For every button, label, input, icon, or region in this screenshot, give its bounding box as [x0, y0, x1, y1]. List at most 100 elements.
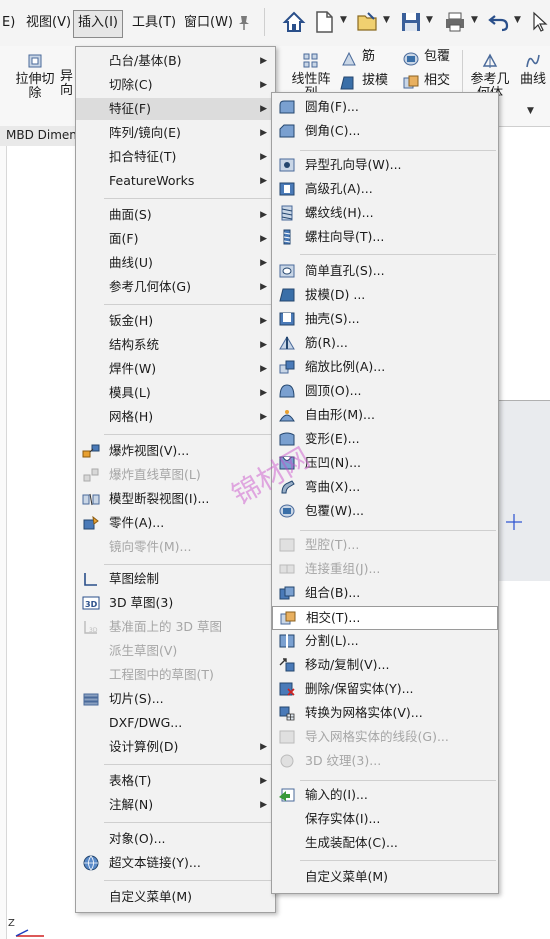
chevron-down-icon[interactable]: ▼: [340, 15, 347, 25]
menu-item-create-assembly[interactable]: 生成装配体(C)...: [272, 832, 498, 854]
tab-mbd-dimension[interactable]: MBD Dimens: [6, 128, 83, 142]
undo-icon[interactable]: [487, 10, 511, 34]
menu-item-combine[interactable]: 组合(B)...: [272, 582, 498, 604]
menu-item-mirror-part[interactable]: 镜向零件(M)...: [76, 536, 275, 558]
menu-item-deform[interactable]: 变形(E)...: [272, 428, 498, 450]
chamfer-icon: [279, 124, 295, 138]
menu-item-fastening-feature[interactable]: 扣合特征(T) ▶: [76, 146, 275, 168]
home-icon[interactable]: [282, 10, 306, 34]
menu-item-customize-menu[interactable]: 自定义菜单(M): [76, 886, 275, 908]
menu-item-convert-to-mesh[interactable]: 转换为网格实体(V)...: [272, 702, 498, 724]
menu-edit-partial[interactable]: E): [0, 10, 19, 36]
menu-item-stud-wizard[interactable]: 螺柱向导(T)...: [272, 226, 498, 248]
menu-item-dome[interactable]: 圆顶(O)...: [272, 380, 498, 402]
menu-item-face[interactable]: 面(F) ▶: [76, 228, 275, 250]
menu-item-freeform[interactable]: 自由形(M)...: [272, 404, 498, 426]
menu-item-draft[interactable]: 拔模(D) ...: [272, 284, 498, 306]
save-icon[interactable]: [399, 10, 423, 34]
hole-wizard-button[interactable]: 异 向: [60, 70, 76, 98]
menu-item-move-copy[interactable]: 移动/复制(V)...: [272, 654, 498, 676]
explode-line-sketch-icon: [83, 468, 99, 482]
menu-item-thread[interactable]: 螺纹线(H)...: [272, 202, 498, 224]
advanced-hole-icon: [279, 182, 295, 196]
menu-item-annotations[interactable]: 注解(N) ▶: [76, 794, 275, 816]
menu-item-wrap[interactable]: 包覆(W)...: [272, 500, 498, 522]
wrap-button[interactable]: 包覆: [424, 48, 450, 66]
menu-item-reference-geometry[interactable]: 参考几何体(G) ▶: [76, 276, 275, 298]
open-folder-icon[interactable]: [356, 10, 380, 34]
model-body[interactable]: [496, 400, 550, 581]
menu-item-scale[interactable]: 缩放比例(A)...: [272, 356, 498, 378]
menu-item-intersect[interactable]: 相交(T)...: [272, 606, 498, 630]
print-icon[interactable]: [443, 10, 467, 34]
chevron-right-icon: ▶: [260, 128, 267, 138]
menu-item-tables[interactable]: 表格(T) ▶: [76, 770, 275, 792]
chevron-right-icon: ▶: [260, 210, 267, 220]
menu-item-curve[interactable]: 曲线(U) ▶: [76, 252, 275, 274]
menu-insert[interactable]: 插入(I): [73, 10, 123, 38]
chevron-right-icon: ▶: [260, 364, 267, 374]
menu-item-save-bodies[interactable]: 保存实体(I)...: [272, 808, 498, 830]
menu-item-shell[interactable]: 抽壳(S)...: [272, 308, 498, 330]
menu-item-boss-base[interactable]: 凸台/基体(B) ▶: [76, 50, 275, 72]
menu-tools[interactable]: 工具(T): [128, 10, 180, 36]
menu-item-delete-keep-body[interactable]: 删除/保留实体(Y)...: [272, 678, 498, 700]
features-submenu: 圆角(F)... 倒角(C)... 异型孔向导(W)... 高级孔(A)... …: [271, 92, 499, 894]
menu-item-chamfer[interactable]: 倒角(C)...: [272, 120, 498, 142]
menu-item-join[interactable]: 连接重组(J)...: [272, 558, 498, 580]
draft-button[interactable]: 拔模: [362, 72, 388, 90]
chevron-down-icon[interactable]: ▼: [471, 15, 478, 25]
menu-item-3d-texture[interactable]: 3D 纹理(3)...: [272, 750, 498, 772]
menu-item-mesh[interactable]: 网格(H) ▶: [76, 406, 275, 428]
menu-item-exploded-view[interactable]: 爆炸视图(V)...: [76, 440, 275, 462]
menu-item-features[interactable]: 特征(F) ▶: [76, 98, 275, 120]
chevron-down-icon[interactable]: ▼: [527, 106, 534, 116]
intersect-button[interactable]: 相交: [424, 72, 450, 90]
menu-item-surface[interactable]: 曲面(S) ▶: [76, 204, 275, 226]
menu-item-fillet[interactable]: 圆角(F)...: [272, 96, 498, 118]
menu-item-simple-hole[interactable]: 简单直孔(S)...: [272, 260, 498, 282]
menu-item-weldments[interactable]: 焊件(W) ▶: [76, 358, 275, 380]
menu-item-cavity[interactable]: 型腔(T)...: [272, 534, 498, 556]
menu-view[interactable]: 视图(V): [22, 10, 75, 36]
stud-wizard-icon: [283, 229, 291, 245]
menu-item-3d-sketch-on-plane[interactable]: 3D 基准面上的 3D 草图: [76, 616, 275, 638]
pin-icon[interactable]: [236, 10, 252, 34]
menu-item-featureworks[interactable]: FeatureWorks ▶: [76, 170, 275, 192]
feature-tree-collapsed[interactable]: [0, 146, 7, 939]
menu-item-sketch[interactable]: 草图绘制: [76, 568, 275, 590]
menu-item-customize-menu[interactable]: 自定义菜单(M): [272, 866, 498, 888]
menu-item-cut[interactable]: 切除(C) ▶: [76, 74, 275, 96]
menu-item-derived-sketch[interactable]: 派生草图(V): [76, 640, 275, 662]
menu-item-imported[interactable]: 输入的(I)...: [272, 784, 498, 806]
menu-item-dxf-dwg[interactable]: DXF/DWG...: [76, 712, 275, 734]
chevron-down-icon[interactable]: ▼: [514, 15, 521, 25]
menu-item-hyperlink[interactable]: 超文本链接(Y)...: [76, 852, 275, 874]
new-document-icon[interactable]: [312, 10, 336, 34]
chevron-down-icon[interactable]: ▼: [383, 15, 390, 25]
menu-item-sheet-metal[interactable]: 钣金(H) ▶: [76, 310, 275, 332]
menu-window[interactable]: 窗口(W): [180, 10, 237, 36]
menu-item-flex[interactable]: 弯曲(X)...: [272, 476, 498, 498]
split-icon: [279, 634, 295, 648]
menu-item-molds[interactable]: 模具(L) ▶: [76, 382, 275, 404]
slice-icon: [83, 693, 99, 706]
extruded-cut-button[interactable]: 拉伸切 除: [12, 52, 58, 101]
menu-item-sketch-from-drawing[interactable]: 工程图中的草图(T): [76, 664, 275, 686]
menu-item-part[interactable]: 零件(A)...: [76, 512, 275, 534]
menu-item-structure-system[interactable]: 结构系统 ▶: [76, 334, 275, 356]
menu-item-advanced-hole[interactable]: 高级孔(A)...: [272, 178, 498, 200]
chevron-down-icon[interactable]: ▼: [426, 15, 433, 25]
menu-item-import-mesh-segments[interactable]: 导入网格实体的线段(G)...: [272, 726, 498, 748]
menu-item-rib[interactable]: 筋(R)...: [272, 332, 498, 354]
menu-item-pattern-mirror[interactable]: 阵列/镜向(E) ▶: [76, 122, 275, 144]
menu-item-slice[interactable]: 切片(S)...: [76, 688, 275, 710]
menu-item-design-study[interactable]: 设计算例(D) ▶: [76, 736, 275, 758]
menu-item-object[interactable]: 对象(O)...: [76, 828, 275, 850]
select-arrow-icon[interactable]: [528, 10, 550, 34]
menu-item-3d-sketch[interactable]: 3D 3D 草图(3): [76, 592, 275, 614]
rib-button[interactable]: 筋: [362, 48, 375, 66]
menu-item-hole-wizard[interactable]: 异型孔向导(W)...: [272, 154, 498, 176]
menu-item-split[interactable]: 分割(L)...: [272, 630, 498, 652]
curves-button[interactable]: 曲线: [516, 52, 550, 87]
